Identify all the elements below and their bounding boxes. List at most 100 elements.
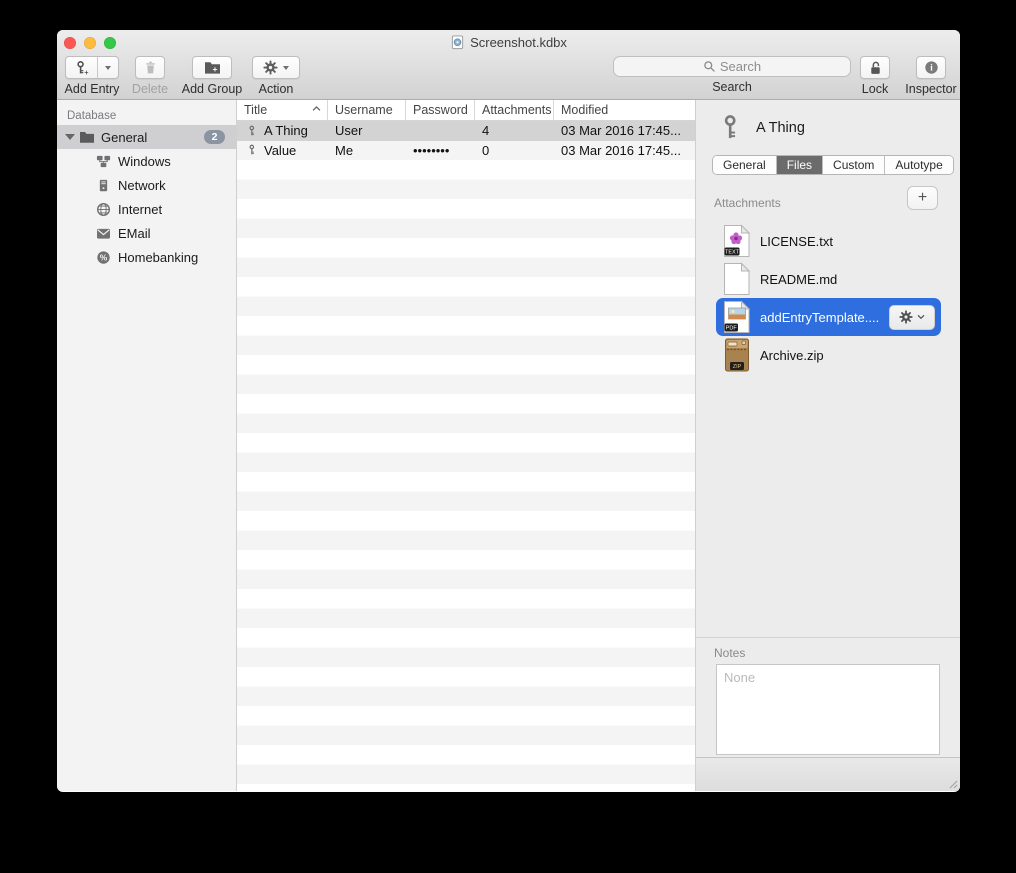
delete-button[interactable]: [135, 56, 165, 79]
sidebar-item-homebanking[interactable]: % Homebanking: [57, 245, 236, 269]
sidebar: Database General 2: [57, 100, 237, 791]
attachment-row-selected[interactable]: PDF addEntryTemplate....: [716, 298, 941, 336]
entry-title: Value: [264, 143, 296, 158]
key-icon: [718, 112, 744, 144]
attachment-list: TEXT LICENSE.txt README.md: [696, 222, 960, 374]
svg-text:%: %: [100, 252, 108, 262]
svg-text:+: +: [212, 64, 217, 74]
add-attachment-button[interactable]: +: [907, 186, 938, 210]
info-icon: i: [924, 60, 939, 75]
server-icon: [95, 177, 112, 194]
workgroup-icon: [95, 153, 112, 170]
attachment-row[interactable]: TEXT LICENSE.txt: [696, 222, 960, 260]
inspector-footer: [696, 757, 960, 791]
document-file-icon: [723, 262, 751, 296]
resize-grip[interactable]: [946, 777, 958, 789]
column-header-attachments[interactable]: Attachments: [475, 100, 554, 120]
table-row[interactable]: Value Me •••••••• 0 03 Mar 2016 17:45...: [237, 141, 695, 161]
add-group-button[interactable]: +: [192, 56, 232, 79]
entry-attachment-count: 0: [475, 143, 554, 158]
search-field[interactable]: Search: [613, 56, 851, 77]
attachment-name: addEntryTemplate....: [760, 310, 879, 325]
attachment-row[interactable]: README.md: [696, 260, 960, 298]
sidebar-item-windows[interactable]: Windows: [57, 149, 236, 173]
table-header: Title Username Password Attachments Modi…: [237, 100, 695, 121]
sidebar-item-internet[interactable]: Internet: [57, 197, 236, 221]
sidebar-item-label: Internet: [118, 202, 162, 217]
desktop-background: Screenshot.kdbx +: [0, 0, 1016, 873]
tab-autotype[interactable]: Autotype: [885, 156, 952, 174]
sidebar-item-label: General: [101, 130, 147, 145]
action-button[interactable]: [252, 56, 300, 79]
key-icon: [247, 124, 258, 138]
inspector-tabs: General Files Custom Autotype: [712, 155, 954, 175]
add-entry-dropdown[interactable]: [98, 57, 118, 78]
lock-group: Lock: [860, 56, 890, 96]
search-input[interactable]: [614, 57, 850, 76]
sidebar-item-label: Windows: [118, 154, 171, 169]
disclosure-triangle-icon[interactable]: [65, 134, 75, 140]
svg-text:+: +: [85, 70, 89, 76]
inspector-panel: A Thing General Files Custom Autotype At…: [695, 100, 960, 791]
window-chrome: Screenshot.kdbx +: [57, 30, 960, 100]
inspector-toggle-group: i Inspector: [902, 56, 960, 96]
inspector-entry-title: A Thing: [756, 120, 805, 136]
entry-title: A Thing: [264, 123, 308, 138]
gear-icon: [899, 310, 913, 324]
sidebar-item-label: Homebanking: [118, 250, 198, 265]
table-row[interactable]: A Thing User 4 03 Mar 2016 17:45...: [237, 121, 695, 141]
notes-input[interactable]: [716, 664, 940, 755]
add-group-label: Add Group: [182, 82, 242, 96]
tab-files[interactable]: Files: [777, 156, 823, 174]
add-entry-button[interactable]: +: [65, 56, 119, 79]
envelope-icon: [95, 225, 112, 242]
section-divider: [696, 637, 960, 638]
attachment-name: LICENSE.txt: [760, 234, 833, 249]
globe-icon: [95, 201, 112, 218]
attachment-action-button[interactable]: [889, 305, 935, 330]
empty-row-stripes: [237, 160, 695, 791]
app-window: Screenshot.kdbx +: [57, 30, 960, 792]
gear-icon: [263, 60, 278, 75]
add-entry-group: + Add Entry: [63, 56, 121, 96]
entry-attachment-count: 4: [475, 123, 554, 138]
column-header-username[interactable]: Username: [328, 100, 406, 120]
entry-password: ••••••••: [406, 143, 475, 158]
entry-username: User: [328, 123, 406, 138]
tab-custom[interactable]: Custom: [823, 156, 885, 174]
pdf-file-icon: PDF: [723, 300, 751, 334]
svg-text:TEXT: TEXT: [725, 250, 740, 256]
entry-count-badge: 2: [204, 130, 225, 144]
text-file-icon: TEXT: [723, 224, 751, 258]
attachment-name: Archive.zip: [760, 348, 824, 363]
action-group: Action: [252, 56, 300, 96]
sidebar-item-network[interactable]: Network: [57, 173, 236, 197]
sidebar-item-label: EMail: [118, 226, 151, 241]
lock-label: Lock: [862, 82, 888, 96]
add-group-group: + Add Group: [179, 56, 245, 96]
window-title: Screenshot.kdbx: [470, 35, 567, 50]
window-title-bar: Screenshot.kdbx: [57, 34, 960, 50]
inspector-label: Inspector: [905, 82, 956, 96]
attachment-row[interactable]: ZIP Archive.zip: [696, 336, 960, 374]
zip-file-icon: ZIP: [723, 338, 751, 372]
notes-section-label: Notes: [714, 646, 745, 660]
sidebar-item-label: Network: [118, 178, 166, 193]
sidebar-item-general[interactable]: General 2: [57, 125, 236, 149]
tab-general[interactable]: General: [713, 156, 777, 174]
folder-icon: [78, 129, 95, 146]
document-proxy-icon: [450, 35, 465, 50]
svg-text:ZIP: ZIP: [733, 364, 742, 370]
delete-label: Delete: [132, 82, 168, 96]
inspector-button[interactable]: i: [916, 56, 946, 79]
sidebar-section-header: Database: [57, 106, 236, 125]
chevron-down-icon: [283, 66, 289, 70]
column-header-modified[interactable]: Modified: [554, 100, 695, 120]
chevron-down-icon: [917, 314, 925, 320]
attachment-name: README.md: [760, 272, 837, 287]
column-header-title[interactable]: Title: [237, 100, 328, 120]
unlocked-padlock-icon: [868, 60, 883, 76]
column-header-password[interactable]: Password: [406, 100, 475, 120]
lock-button[interactable]: [860, 56, 890, 79]
sidebar-item-email[interactable]: EMail: [57, 221, 236, 245]
